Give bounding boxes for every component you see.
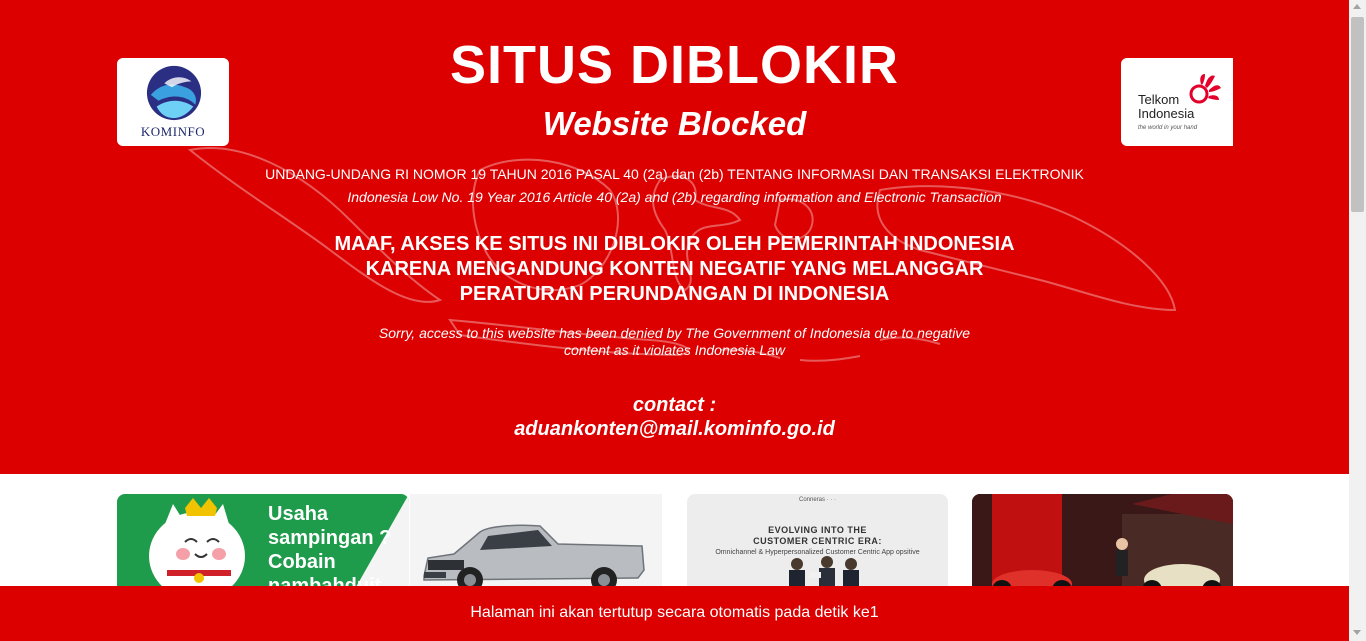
block-notice-line: MAAF, AKSES KE SITUS INI DIBLOKIR OLEH P… <box>334 233 1015 255</box>
article-card-pickup[interactable] <box>410 494 662 594</box>
ad-line: Usaha <box>268 503 329 525</box>
scrollbar-thumb[interactable] <box>1351 17 1364 212</box>
page-title: SITUS DIBLOKIR <box>449 35 899 95</box>
ad-line: Cobain <box>268 551 336 573</box>
contact-email-link[interactable]: aduankonten@mail.kominfo.go.id <box>0 418 1349 441</box>
lucky-cat-icon <box>149 498 245 594</box>
scroll-up-arrow-icon[interactable] <box>1353 4 1361 9</box>
page: KOMINFO Telkom Indonesia the world in yo… <box>0 0 1349 641</box>
page-subtitle: Website Blocked <box>542 105 807 142</box>
block-notice-en: Sorry, access to this website has been d… <box>0 325 1349 359</box>
countdown-text: Halaman ini akan tertutup secara otomati… <box>470 604 879 621</box>
contact-label: contact : <box>632 394 717 416</box>
ad-line: sampingan ? <box>268 527 392 549</box>
scooter-exhibition-icon <box>972 494 1233 594</box>
law-reference-id: UNDANG-UNDANG RI NOMOR 19 TAHUN 2016 PAS… <box>265 166 1084 182</box>
event-title-line: EVOLVING INTO THE <box>768 525 867 535</box>
block-notice-id: MAAF, AKSES KE SITUS INI DIBLOKIR OLEH P… <box>0 232 1349 307</box>
auto-close-countdown-bar: Halaman ini akan tertutup secara otomati… <box>0 586 1349 641</box>
vertical-scrollbar[interactable] <box>1349 0 1366 641</box>
block-notice-line: PERATURAN PERUNDANGAN DI INDONESIA <box>459 283 890 305</box>
ad-card-side-business[interactable]: Usaha sampingan ? Cobain nambahduit <box>117 494 409 594</box>
event-title-line: CUSTOMER CENTRIC ERA: <box>753 536 882 546</box>
blocked-banner: KOMINFO Telkom Indonesia the world in yo… <box>0 0 1349 474</box>
scroll-down-arrow-icon[interactable] <box>1353 630 1361 635</box>
pickup-truck-icon <box>423 524 645 593</box>
law-reference-en: Indonesia Low No. 19 Year 2016 Article 4… <box>347 189 1002 205</box>
event-brand: Conneras · · · <box>798 497 836 503</box>
article-card-event[interactable]: Conneras · · · EVOLVING INTO THE CUSTOME… <box>687 494 948 594</box>
event-title: EVOLVING INTO THE CUSTOMER CENTRIC ERA: <box>687 525 948 547</box>
ad-headline: Usaha sampingan ? Cobain nambahduit <box>268 502 391 594</box>
block-notice-line: KARENA MENGANDUNG KONTEN NEGATIF YANG ME… <box>365 258 984 280</box>
block-notice-en-line: content as it violates Indonesia Law <box>563 342 786 358</box>
article-card-expo[interactable] <box>972 494 1233 594</box>
block-notice-en-line: Sorry, access to this website has been d… <box>378 325 971 341</box>
